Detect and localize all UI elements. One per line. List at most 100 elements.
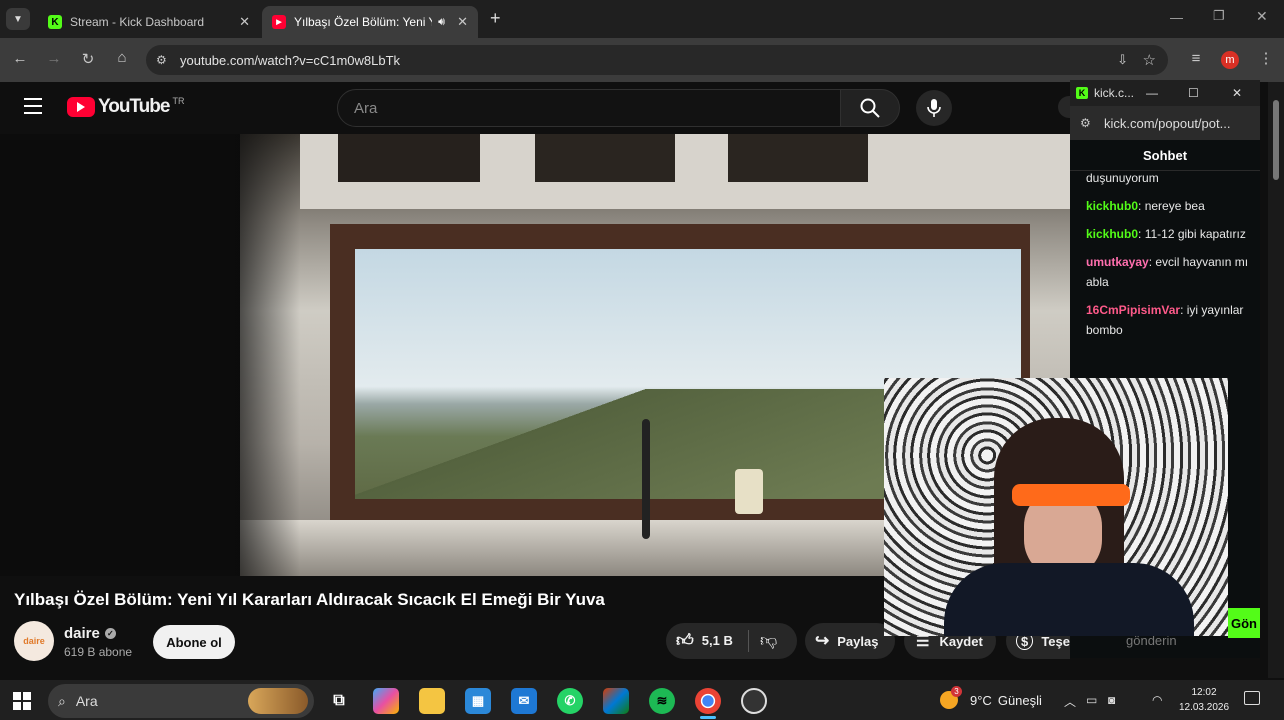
webcam-headband: [1012, 484, 1130, 506]
like-count: 5,1 B: [701, 633, 733, 648]
address-url: youtube.com/watch?v=cC1m0w8LbTk: [180, 52, 401, 68]
microsoft-store-icon[interactable]: ▦: [465, 688, 491, 714]
search-highlight-image: [248, 688, 308, 714]
back-icon[interactable]: ←: [10, 50, 30, 67]
file-explorer-icon[interactable]: [419, 688, 445, 714]
browser-menu-icon[interactable]: ⋮: [1256, 49, 1276, 67]
chat-username[interactable]: kickhub0: [1086, 227, 1138, 241]
chat-send-button[interactable]: Gön: [1228, 608, 1260, 638]
kick-popout-url: kick.com/popout/pot...: [1104, 115, 1231, 131]
popout-close-icon[interactable]: ✕: [1232, 86, 1242, 100]
tab-search-button[interactable]: ▼: [6, 8, 30, 30]
popout-maximize-icon[interactable]: ☐: [1188, 86, 1199, 100]
restore-window-icon[interactable]: ❐: [1213, 8, 1225, 24]
forward-icon[interactable]: →: [44, 50, 64, 67]
thumbs-up-icon: 👍︎: [676, 631, 694, 650]
obs-studio-icon[interactable]: [741, 688, 767, 714]
soap-bottle: [735, 469, 763, 514]
whatsapp-icon[interactable]: ✆: [557, 688, 583, 714]
chrome-icon[interactable]: [695, 688, 721, 714]
channel-name-text: daire: [64, 625, 100, 642]
youtube-search-button[interactable]: [840, 89, 900, 127]
reload-icon[interactable]: ↻: [78, 50, 98, 68]
chat-message: kickhub0: 11-12 gibi kapatırız: [1086, 227, 1246, 241]
share-button[interactable]: ↪ Paylaş: [805, 623, 895, 659]
chat-text: nereye bea: [1144, 199, 1205, 213]
dislike-button[interactable]: 👎︎: [760, 630, 777, 651]
chat-username[interactable]: 16CmPipisimVar: [1086, 303, 1180, 317]
site-info-icon[interactable]: ⚙: [156, 53, 167, 67]
tray-chevron-icon[interactable]: ︿: [1064, 693, 1076, 710]
close-window-icon[interactable]: ✕: [1256, 8, 1268, 25]
microphone-icon: [927, 99, 941, 117]
notifications-icon[interactable]: [1244, 691, 1260, 705]
chevron-down-icon: ▼: [13, 13, 23, 25]
chat-header: Sohbet: [1142, 148, 1188, 163]
profile-avatar[interactable]: m: [1221, 51, 1239, 69]
sun-icon: 3: [940, 686, 962, 709]
tab-kick-dashboard[interactable]: K Stream - Kick Dashboard ✕: [38, 6, 260, 38]
speaker-icon[interactable]: 🔊︎: [438, 16, 445, 29]
subscribe-button[interactable]: Abone ol: [153, 625, 235, 659]
spotify-icon[interactable]: ≋: [649, 688, 675, 714]
page-scrollbar[interactable]: [1268, 82, 1284, 678]
channel-avatar[interactable]: daire: [14, 621, 54, 661]
address-bar[interactable]: ⚙ youtube.com/watch?v=cC1m0w8LbTk ⇩ ☆: [146, 45, 1168, 75]
search-placeholder: Ara: [354, 99, 378, 117]
region-code: TR: [172, 96, 185, 106]
minimize-window-icon[interactable]: —: [1170, 10, 1183, 25]
hamburger-menu-icon[interactable]: [24, 98, 42, 114]
chat-text: duşunuyorum: [1086, 171, 1159, 185]
kick-popout-titlebar: K kick.c... — ☐ ✕: [1070, 80, 1260, 106]
wifi-icon[interactable]: ◠: [1152, 693, 1162, 707]
tray-meet-icon[interactable]: ◙: [1108, 693, 1115, 707]
chat-text: 11-12 gibi kapatırız: [1144, 227, 1246, 241]
taskbar-search-box[interactable]: ⌕ Ara: [48, 684, 314, 718]
kick-window-title: kick.c...: [1094, 86, 1135, 100]
tray-apps-icon[interactable]: ▭: [1086, 693, 1097, 707]
tab-youtube-video[interactable]: ▶ Yılbaşı Özel Bölüm: Yeni Yıl 🔊︎ ✕: [262, 6, 478, 38]
windows-start-icon[interactable]: [13, 692, 31, 710]
chat-username[interactable]: kickhub0: [1086, 199, 1138, 213]
new-tab-button[interactable]: +: [490, 8, 501, 29]
taskbar-search-label: Ara: [75, 693, 98, 709]
chat-message: umutkayay: evcil hayvanın mı abla: [1086, 255, 1249, 289]
chat-username[interactable]: umutkayay: [1086, 255, 1149, 269]
media-controls-icon[interactable]: ≡: [1186, 50, 1206, 67]
home-icon[interactable]: ⌂: [112, 49, 132, 66]
channel-avatar-text: daire: [23, 636, 45, 646]
close-tab-icon[interactable]: ✕: [239, 14, 250, 30]
chat-message: duşunuyorum: [1086, 168, 1252, 188]
office-icon[interactable]: [603, 688, 629, 714]
kick-favicon-icon: K: [48, 15, 62, 29]
popout-minimize-icon[interactable]: —: [1146, 86, 1158, 100]
share-label: Paylaş: [837, 633, 879, 649]
cabinet-door: [338, 134, 480, 182]
copilot-icon[interactable]: [373, 688, 399, 714]
close-tab-icon[interactable]: ✕: [457, 14, 468, 30]
mail-icon[interactable]: ✉: [511, 688, 537, 714]
youtube-search-input[interactable]: Ara: [337, 89, 841, 127]
youtube-logo[interactable]: YouTube TR: [67, 96, 184, 118]
search-icon: ⌕: [58, 692, 66, 709]
video-left-shadow: [0, 134, 300, 576]
task-view-icon[interactable]: ⧉: [326, 688, 352, 714]
clock-date: 12.03.2026: [1178, 702, 1230, 713]
clock[interactable]: 12:02 12.03.2026: [1172, 685, 1236, 715]
voice-search-button[interactable]: [916, 90, 952, 126]
install-app-icon[interactable]: ⇩: [1117, 52, 1128, 68]
youtube-play-icon: [67, 97, 95, 117]
cabinet-door: [728, 134, 868, 182]
channel-name[interactable]: daire ✓: [64, 625, 116, 642]
chat-message: 16CmPipisimVar: iyi yayınlar bombo: [1086, 303, 1244, 337]
weather-text: Güneşli: [997, 692, 1042, 708]
scrollbar-thumb[interactable]: [1273, 100, 1279, 180]
kick-popout-address[interactable]: ⚙ kick.com/popout/pot...: [1070, 106, 1260, 140]
bookmark-star-icon[interactable]: ☆: [1143, 51, 1156, 69]
like-button[interactable]: 👍︎ 5,1 B: [676, 630, 733, 651]
youtube-logo-text: YouTube: [98, 96, 170, 117]
weather-widget[interactable]: 3 9°C Güneşli: [940, 686, 1042, 709]
cabinet-door: [535, 134, 675, 182]
webcam-person-body: [944, 563, 1194, 636]
share-arrow-icon: ↪: [815, 631, 830, 650]
